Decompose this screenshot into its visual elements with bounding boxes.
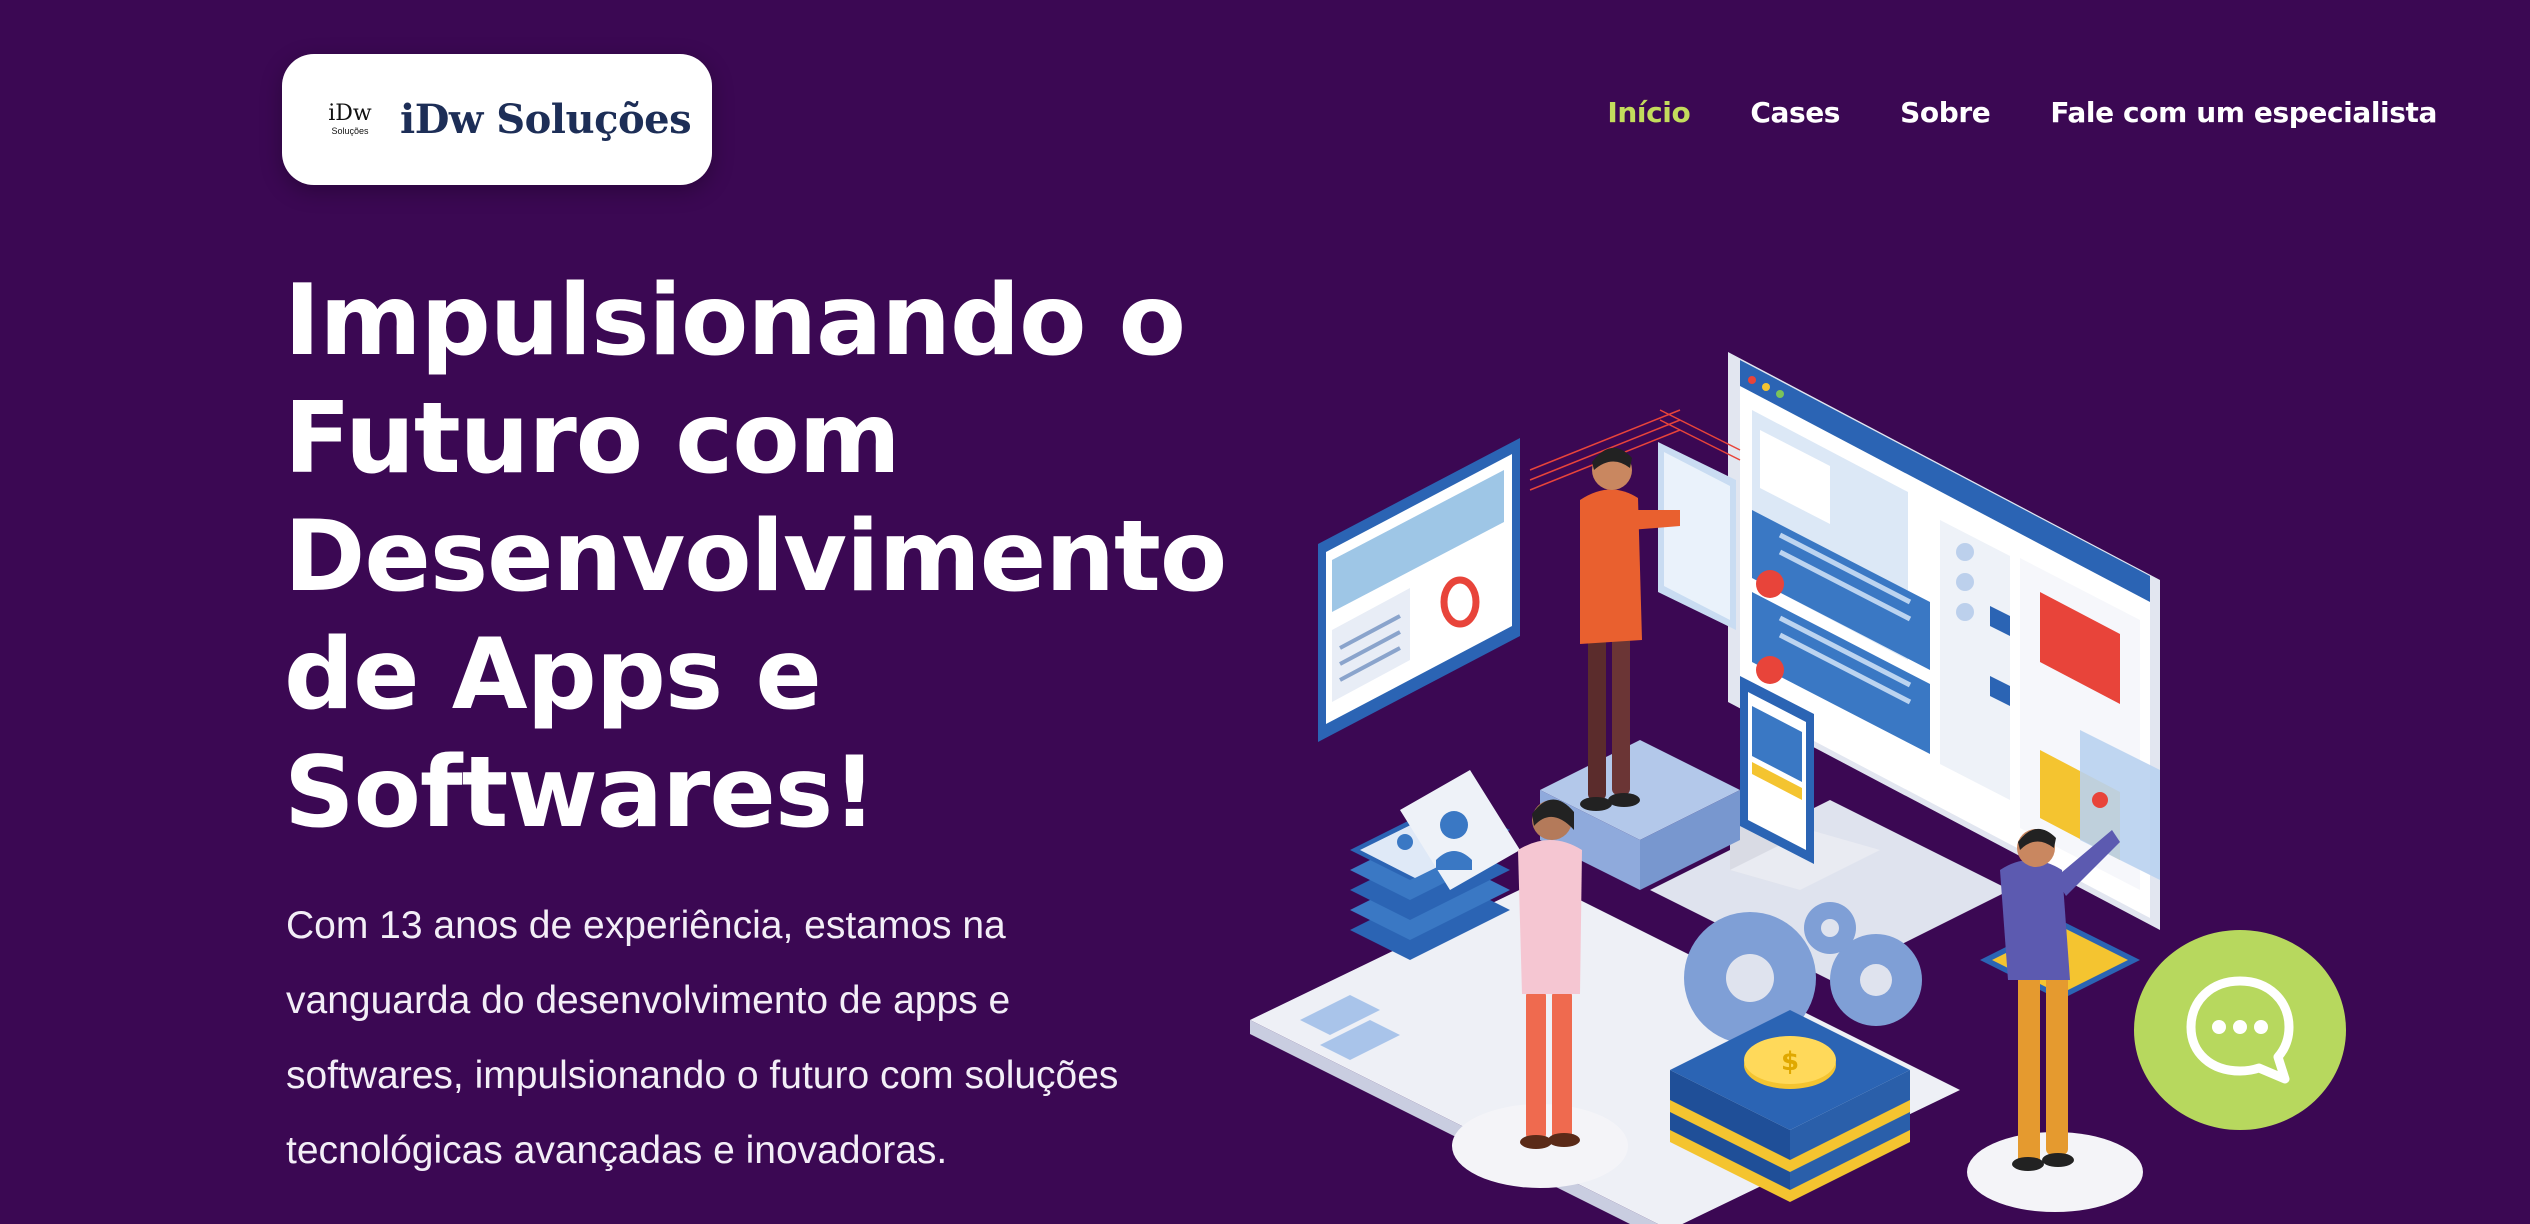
- hero-title: Impulsionando o Futuro com Desenvolvimen…: [284, 262, 1284, 852]
- hero-description-line: tecnológicas avançadas e inovadoras.: [286, 1129, 948, 1172]
- logo-link[interactable]: iDw Soluções iDw Soluções: [282, 54, 712, 185]
- hero-description-line: softwares, impulsionando o futuro com so…: [286, 1054, 1119, 1097]
- logo-mark-text: iDw: [328, 101, 372, 126]
- hero-description-line: Com 13 anos de experiência, estamos na: [286, 904, 1006, 947]
- nav-item-sobre[interactable]: Sobre: [1900, 96, 1991, 129]
- hero-title-line: de Apps e: [284, 618, 822, 732]
- chat-bubble-icon: [2186, 976, 2294, 1084]
- logo-mark-icon: iDw Soluções: [324, 103, 376, 136]
- hero-title-line: Softwares!: [284, 736, 877, 850]
- logo-mark-subtext: Soluções: [331, 126, 369, 136]
- hero-description: Com 13 anos de experiência, estamos na v…: [286, 888, 1246, 1188]
- isometric-software-team-illustration: $: [1250, 352, 2160, 1224]
- chat-button[interactable]: [2134, 930, 2346, 1130]
- main-nav: Início Cases Sobre Fale com um especiali…: [1607, 96, 2437, 129]
- brand-name: iDw Soluções: [400, 96, 692, 143]
- coin-symbol: $: [1781, 1047, 1799, 1077]
- nav-item-inicio[interactable]: Início: [1607, 96, 1690, 129]
- hero-title-line: Desenvolvimento: [284, 500, 1227, 614]
- hero-description-line: vanguarda do desenvolvimento de apps e: [286, 979, 1011, 1022]
- page: iDw Soluções iDw Soluções Início Cases S…: [0, 0, 2530, 1224]
- hero-title-line: Impulsionando o: [284, 264, 1186, 378]
- floating-web-window: [1318, 438, 1520, 742]
- nav-item-cases[interactable]: Cases: [1750, 96, 1840, 129]
- nav-item-fale-com-especialista[interactable]: Fale com um especialista: [2050, 96, 2437, 129]
- hero-title-line: Futuro com: [284, 382, 901, 496]
